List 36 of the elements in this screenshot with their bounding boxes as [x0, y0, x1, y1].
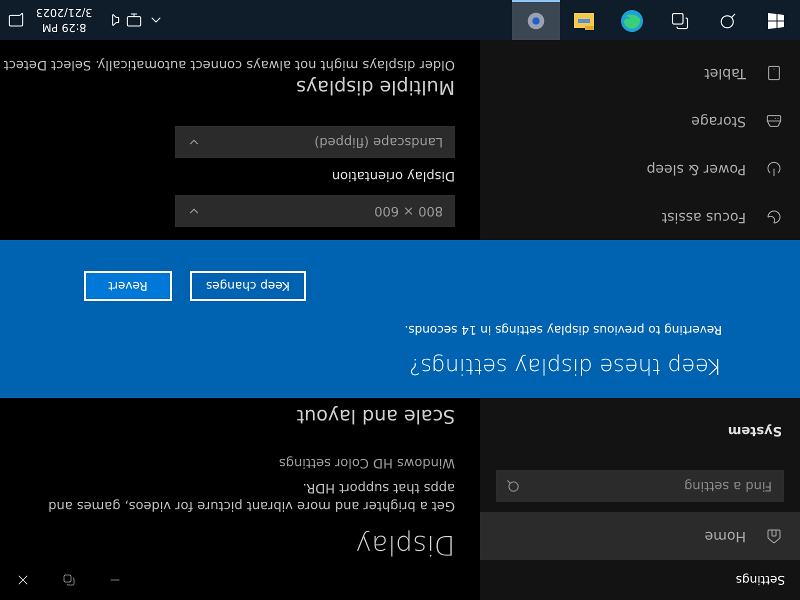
section-heading: Multiple displays	[295, 76, 455, 98]
power-icon	[766, 161, 782, 177]
window-title: Settings	[734, 572, 786, 589]
clock[interactable]: 8:29 PM 3/21/2023	[30, 5, 98, 35]
sidebar-item[interactable]: Focus assist	[480, 193, 800, 241]
notification-icon[interactable]	[8, 12, 24, 28]
sidebar-item[interactable]: Storage	[480, 97, 800, 145]
section-heading: Scale and layout	[296, 405, 455, 427]
banner-title: Keep these display settings?	[408, 353, 722, 378]
network-icon[interactable]	[126, 12, 142, 28]
home-icon	[766, 528, 782, 544]
search-input[interactable]: Find a setting	[520, 478, 774, 494]
search-field[interactable]: Find a setting	[496, 470, 784, 502]
search-icon	[506, 479, 520, 493]
home-nav-item[interactable]: Home	[480, 512, 800, 560]
search-icon	[719, 12, 737, 30]
folder-icon	[573, 11, 595, 31]
task-view-icon	[671, 12, 689, 30]
dialog-button[interactable]: Revert	[84, 271, 172, 301]
info-text: Older displays might not always connect automatically. Select Detect	[2, 57, 455, 72]
edge-icon	[620, 9, 644, 33]
field-label: Display orientation	[330, 168, 455, 183]
drive-icon	[766, 113, 782, 129]
tablet-icon	[766, 65, 782, 81]
page-title: Display	[354, 528, 455, 560]
gear-icon	[525, 10, 547, 32]
orientation-dropdown[interactable]: Landscape (flipped)	[175, 126, 455, 158]
resolution-dropdown[interactable]: 800 × 600	[175, 195, 455, 227]
dialog-button[interactable]: Keep changes	[190, 271, 306, 301]
sidebar-item[interactable]: Tablet	[480, 49, 800, 97]
moon-icon	[766, 209, 782, 225]
description-text: Get a brighter and more vibrant picture for videos, games and apps that support HDR.	[47, 479, 455, 514]
section-heading: System	[726, 422, 783, 440]
banner-message: Reverting to previous display settings in 14 seconds.	[404, 323, 722, 337]
color-settings-link[interactable]: Windows HD Color settings	[0, 455, 455, 470]
sidebar-item[interactable]: Power & sleep	[480, 145, 800, 193]
